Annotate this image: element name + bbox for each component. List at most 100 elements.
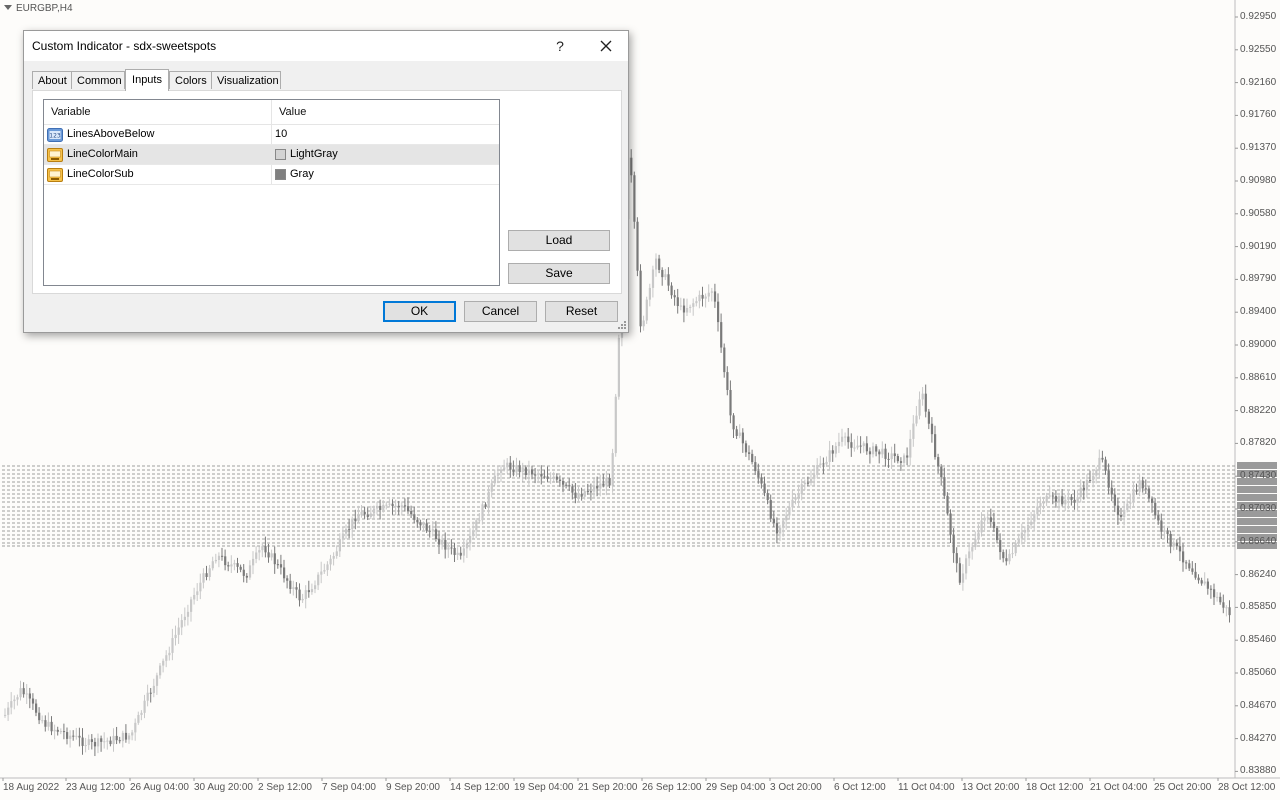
candle-body: [7, 707, 10, 715]
chart-symbol-label: EURGBP,H4: [4, 3, 73, 14]
candle-body: [419, 522, 422, 526]
candle-body: [574, 492, 577, 499]
candle-body: [462, 548, 465, 556]
candle-body: [369, 513, 372, 517]
candle-body: [974, 539, 977, 548]
candle-body: [859, 445, 862, 447]
candle-body: [661, 269, 664, 278]
candle-body: [630, 157, 633, 176]
candle-body: [186, 611, 190, 617]
candle-body: [1085, 480, 1089, 491]
price-label: 0.87030: [1240, 503, 1277, 514]
candle-body: [372, 508, 376, 514]
candle-body: [571, 486, 574, 493]
time-label: 3 Oct 20:00: [770, 782, 822, 793]
tab-common[interactable]: Common: [71, 71, 125, 89]
candle-body: [1036, 506, 1039, 515]
tab-colors[interactable]: Colors: [169, 71, 212, 89]
variable-value[interactable]: Gray: [290, 165, 314, 184]
help-button[interactable]: ?: [546, 35, 574, 57]
candle-body: [255, 552, 258, 559]
candle-body: [335, 551, 338, 557]
candle-body: [819, 463, 822, 466]
ok-button[interactable]: OK: [383, 301, 456, 322]
tab-visualization[interactable]: Visualization: [211, 71, 281, 89]
candle-body: [1030, 521, 1033, 526]
candle-body: [469, 536, 472, 544]
time-label: 25 Oct 20:00: [1154, 782, 1212, 793]
candle-body: [763, 483, 766, 494]
time-label: 7 Sep 04:00: [322, 782, 376, 793]
tab-inputs[interactable]: Inputs: [125, 69, 169, 91]
candle-body: [890, 453, 893, 460]
reset-button[interactable]: Reset: [545, 301, 618, 322]
candle-body: [806, 482, 810, 484]
color-icon: [47, 148, 63, 162]
variable-value[interactable]: LightGray: [290, 145, 338, 164]
candle-body: [292, 587, 295, 589]
candle-body: [146, 692, 149, 701]
candle-body: [1141, 480, 1144, 489]
candle-body: [25, 693, 28, 695]
table-row[interactable]: 123 LinesAboveBelow 10: [44, 125, 499, 145]
candle-body: [1132, 490, 1135, 503]
candle-body: [314, 585, 317, 590]
dialog-titlebar[interactable]: Custom Indicator - sdx-sweetspots ?: [24, 31, 628, 61]
candle-body: [363, 511, 366, 515]
candle-body: [555, 476, 558, 480]
candle-body: [53, 729, 56, 732]
inputs-grid[interactable]: Variable Value 123 LinesAboveBelow 10 Li…: [43, 99, 500, 286]
candle-body: [338, 539, 341, 552]
candle-body: [1203, 581, 1206, 584]
candle-body: [862, 443, 865, 447]
candle-body: [109, 740, 112, 745]
price-label: 0.87820: [1240, 437, 1277, 449]
tab-about[interactable]: About: [32, 71, 72, 89]
candle-body: [304, 590, 307, 599]
cancel-button[interactable]: Cancel: [464, 301, 537, 322]
load-button[interactable]: Load: [508, 230, 610, 251]
table-row[interactable]: LineColorMain LightGray: [44, 145, 499, 165]
candle-body: [977, 532, 980, 540]
cell-divider: [271, 125, 272, 144]
candle-body: [35, 703, 38, 713]
candle-body: [670, 285, 673, 296]
candle-body: [837, 441, 841, 447]
candle-body: [50, 721, 53, 732]
price-label: 0.86640: [1240, 535, 1277, 547]
candle-body: [180, 620, 183, 628]
table-row[interactable]: LineColorSub Gray: [44, 165, 499, 185]
candle-body: [41, 720, 44, 722]
candle-body: [478, 520, 481, 522]
header-variable[interactable]: Variable: [44, 100, 271, 124]
candle-body: [407, 506, 410, 512]
candle-body: [174, 634, 177, 639]
candle-body: [664, 274, 667, 278]
candle-body: [952, 534, 955, 554]
save-button[interactable]: Save: [508, 263, 610, 284]
variable-value[interactable]: 10: [275, 125, 287, 144]
candle-body: [1051, 495, 1054, 497]
candle-body: [128, 735, 131, 740]
variable-name: LinesAboveBelow: [67, 128, 155, 140]
candle-body: [673, 295, 676, 298]
candle-body: [707, 292, 710, 297]
candle-body: [503, 467, 506, 470]
close-button[interactable]: [590, 34, 622, 58]
candle-body: [831, 450, 834, 454]
price-label: 0.89790: [1240, 273, 1277, 285]
candle-body: [803, 482, 806, 485]
candle-body: [264, 546, 267, 553]
candle-body: [165, 655, 168, 661]
candle-body: [769, 500, 772, 519]
candle-body: [1005, 558, 1008, 562]
resize-grip-icon[interactable]: [618, 321, 626, 329]
candle-body: [847, 436, 850, 443]
time-label: 14 Sep 12:00: [450, 782, 510, 793]
candle-body: [1175, 542, 1178, 547]
candle-body: [915, 415, 918, 424]
candle-body: [958, 563, 961, 583]
candle-body: [527, 469, 531, 476]
header-value[interactable]: Value: [272, 100, 499, 124]
symbol-dropdown-icon[interactable]: [4, 5, 12, 10]
